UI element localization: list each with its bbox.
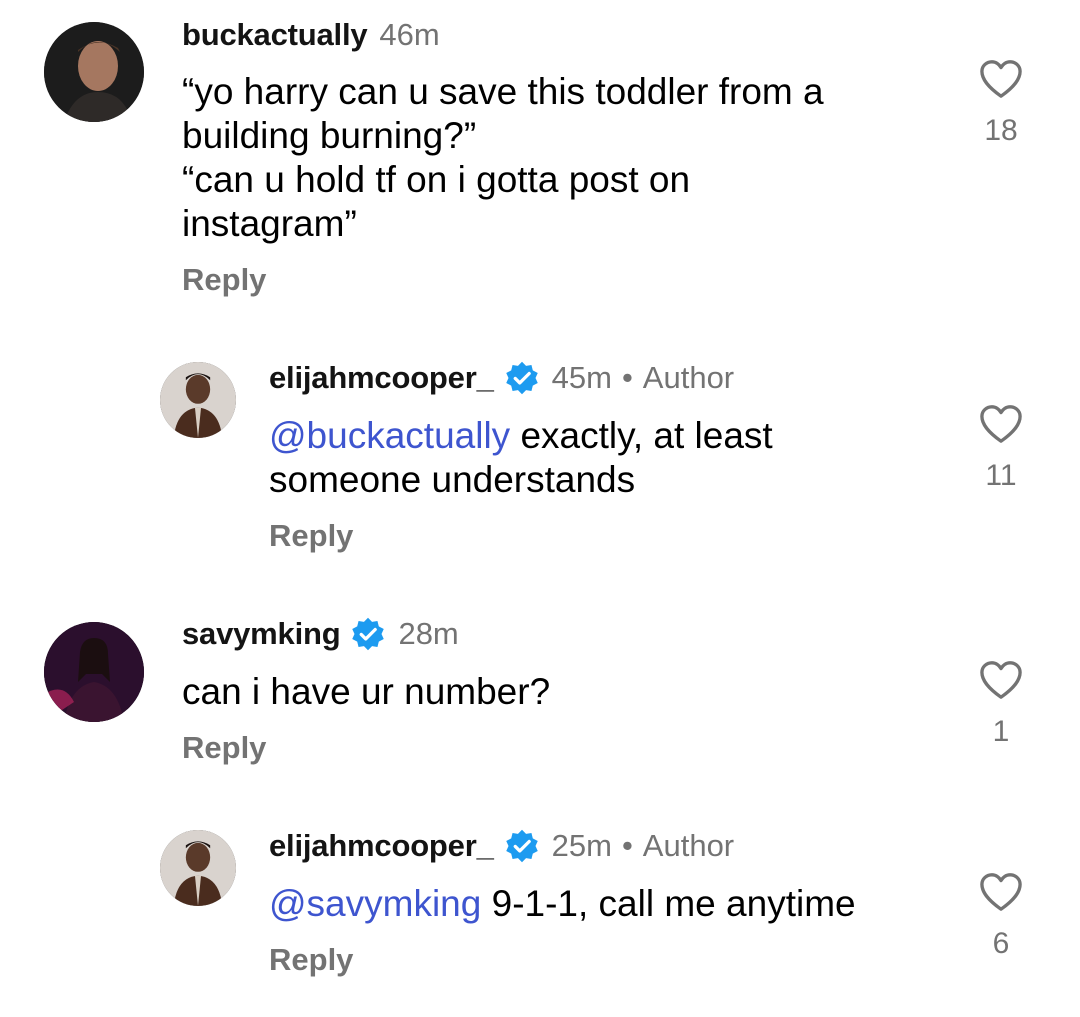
mention-link[interactable]: @buckactually xyxy=(269,415,510,456)
heart-icon xyxy=(980,661,1022,699)
comment-text-part: 9-1-1, call me anytime xyxy=(481,883,856,924)
like-button[interactable]: 18 xyxy=(978,58,1024,148)
heart-icon xyxy=(980,60,1022,98)
comment-text-part: exactly, at least xyxy=(510,415,773,456)
verified-badge-icon xyxy=(505,829,538,863)
avatar-photo xyxy=(160,362,236,438)
like-button[interactable]: 1 xyxy=(978,659,1024,749)
username[interactable]: elijahmcooper_ xyxy=(269,360,494,396)
reply-button[interactable]: Reply xyxy=(182,730,266,766)
avatar[interactable] xyxy=(44,622,144,722)
comment-text: “yo harry can u save this toddler from a… xyxy=(182,70,912,246)
comment-text: @savymking 9-1-1, call me anytime xyxy=(269,882,999,926)
reply-button[interactable]: Reply xyxy=(269,942,353,978)
comment-text: @buckactually exactly, at least someone … xyxy=(269,414,999,502)
mention-link[interactable]: @savymking xyxy=(269,883,481,924)
like-count: 1 xyxy=(992,715,1010,748)
author-label: Author xyxy=(642,828,735,863)
username[interactable]: savymking xyxy=(182,616,341,652)
comment-line: someone understands xyxy=(269,459,636,500)
comment-line: can i have ur number? xyxy=(182,671,551,712)
author-label: Author xyxy=(642,360,735,395)
heart-icon xyxy=(980,873,1022,911)
avatar-photo xyxy=(44,622,144,722)
verified-badge-icon xyxy=(352,617,385,651)
comment-line: “can u hold tf on i gotta post on xyxy=(182,159,691,200)
avatar-photo xyxy=(44,22,144,122)
timestamp: 46m xyxy=(379,17,440,52)
avatar[interactable] xyxy=(160,362,236,438)
reply-button[interactable]: Reply xyxy=(269,518,353,554)
timestamp: 45m xyxy=(551,360,612,395)
like-count: 6 xyxy=(992,927,1010,960)
verified-badge-icon xyxy=(505,361,538,395)
like-button[interactable]: 6 xyxy=(978,871,1024,961)
separator-dot: • xyxy=(621,828,633,863)
reply-button[interactable]: Reply xyxy=(182,262,266,298)
comment-line: “yo harry can u save this toddler from a xyxy=(182,71,824,112)
like-count: 11 xyxy=(985,459,1017,492)
heart-icon xyxy=(980,405,1022,443)
comment-line: building burning?” xyxy=(182,115,477,156)
timestamp: 25m xyxy=(551,828,612,863)
timestamp: 28m xyxy=(398,616,459,651)
username[interactable]: buckactually xyxy=(182,17,368,53)
avatar[interactable] xyxy=(160,830,236,906)
username[interactable]: elijahmcooper_ xyxy=(269,828,494,864)
avatar[interactable] xyxy=(44,22,144,122)
separator-dot: • xyxy=(621,360,633,395)
like-button[interactable]: 11 xyxy=(978,403,1024,493)
comment-line: instagram” xyxy=(182,203,357,244)
avatar-photo xyxy=(160,830,236,906)
like-count: 18 xyxy=(984,114,1018,147)
comment-text: can i have ur number? xyxy=(182,670,912,714)
